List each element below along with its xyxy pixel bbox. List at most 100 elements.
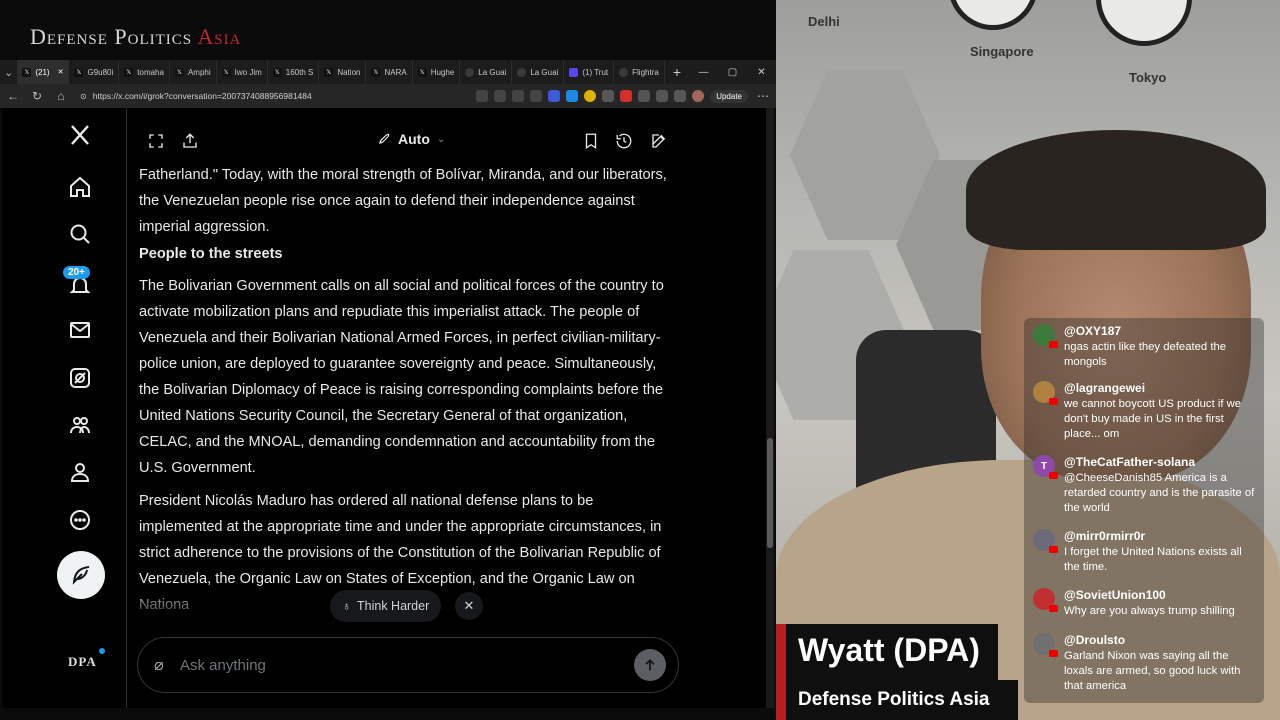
home-nav-icon[interactable] (65, 172, 95, 202)
x-favicon-icon: 𝕏 (272, 67, 282, 77)
home-icon[interactable]: ⌂ (52, 89, 70, 103)
explore-search-icon[interactable] (65, 219, 95, 249)
zoom-icon[interactable] (494, 90, 507, 102)
browser-tab[interactable]: 𝕏 Iwo Jim (217, 60, 268, 84)
expand-icon[interactable] (145, 130, 167, 152)
chat-avatar: T (1033, 455, 1058, 479)
compose-post-button[interactable] (57, 551, 105, 599)
screen-capture: Defense Politics Asia ⌄ 𝕏 (21) ✕ 𝕏 G9u80i 𝕏to… (0, 0, 776, 720)
tab-label: (1) Trut (582, 67, 609, 77)
tab-label: NARA (384, 67, 407, 77)
messages-envelope-icon[interactable] (65, 315, 95, 345)
grok-conversation: Auto ⌄ Fatherland." Today, with the mora… (126, 108, 767, 708)
x-logo-icon[interactable] (65, 120, 95, 150)
site-info-icon[interactable]: ⊙ (80, 92, 87, 101)
chat-avatar (1033, 633, 1058, 657)
x-favicon-icon: 𝕏 (221, 67, 231, 77)
close-window-icon[interactable]: ✕ (747, 67, 776, 78)
response-paragraph: The Bolivarian Government calls on all s… (139, 278, 664, 476)
back-icon[interactable]: ← (4, 89, 22, 103)
x-nav-rail: 20+ DPA (2, 108, 124, 708)
feather-icon (72, 566, 90, 585)
update-button[interactable]: Update (710, 89, 748, 103)
browser-tab[interactable]: 𝕏tomaha (119, 60, 170, 84)
new-tab-icon[interactable]: + (665, 64, 689, 80)
grok-toolbar: Auto ⌄ (127, 122, 767, 158)
account-logo[interactable]: DPA (68, 648, 105, 670)
browser-tab[interactable]: (1) Trut (564, 60, 615, 84)
profile-icon[interactable] (65, 457, 95, 487)
clock-label-singapore: Singapore (970, 44, 1034, 59)
extensions-row: Update ⋯ (476, 89, 772, 103)
favorite-star-icon[interactable] (530, 90, 543, 102)
url-field[interactable]: ⊙ https://x.com/i/grok?conversation=20073… (76, 87, 416, 105)
shield-extension-icon[interactable] (548, 90, 561, 102)
more-menu-icon[interactable]: ⋯ (754, 89, 772, 103)
mode-selector[interactable]: Auto ⌄ (377, 131, 445, 147)
chat-text: @CheeseDanish85 America is a retarded co… (1064, 472, 1255, 514)
browser-tab[interactable]: 𝕏 Amphi (170, 60, 217, 84)
history-icon[interactable] (613, 130, 635, 152)
browser-tab[interactable]: 𝕏 Nation (319, 60, 367, 84)
avatar-initial: T (1040, 460, 1048, 472)
browser-tab[interactable]: 𝕏 160th S (268, 60, 320, 84)
close-tab-icon[interactable]: ✕ (58, 68, 64, 76)
tab-label: Hughe (430, 67, 455, 77)
share-upload-icon[interactable] (179, 130, 201, 152)
send-button[interactable] (634, 649, 666, 681)
new-chat-edit-icon[interactable] (648, 130, 670, 152)
browser-tab[interactable]: La Guai (460, 60, 513, 84)
scrollbar-thumb[interactable] (767, 438, 773, 548)
download-extension-icon[interactable] (656, 90, 669, 102)
youtube-icon (1049, 398, 1058, 405)
browser-tab[interactable]: Flightra (614, 60, 665, 84)
attach-paperclip-icon[interactable]: ⌀ (138, 655, 180, 675)
maximize-icon[interactable]: ▢ (718, 67, 747, 78)
browser-tab[interactable]: 𝕏 (21) ✕ (17, 60, 70, 84)
chat-username: @TheCatFather-solana (1064, 455, 1196, 469)
red-extension-icon[interactable] (620, 90, 633, 102)
reader-icon[interactable] (476, 90, 489, 102)
communities-icon[interactable] (65, 410, 95, 440)
page-scrollbar[interactable] (766, 108, 774, 708)
chat-username: @mirr0rmirr0r (1064, 529, 1146, 543)
live-chat-overlay: @OXY187 ngas actin like they defeated the… (1024, 318, 1264, 703)
think-harder-button[interactable]: ♁ Think Harder (330, 590, 442, 622)
close-icon[interactable]: ✕ (455, 592, 483, 620)
address-bar-row: ← ↻ ⌂ ⊙ https://x.com/i/grok?conversation… (0, 84, 776, 108)
x-grok-app: 20+ DPA Auto ⌄ Fatherland." Today, with … (2, 108, 767, 708)
brand-accent: Asia (197, 24, 242, 49)
history-extension-icon[interactable] (638, 90, 651, 102)
yellow-extension-icon[interactable] (584, 90, 597, 102)
more-options-icon[interactable] (65, 505, 95, 535)
x-favicon-icon: 𝕏 (417, 67, 427, 77)
webcam-feed: Delhi Singapore Tokyo @OXY187 ngas actin … (776, 0, 1280, 720)
collections-extension-icon[interactable] (674, 90, 687, 102)
chat-text: I forget the United Nations exists all t… (1064, 546, 1242, 573)
tab-label: Amphi (187, 67, 211, 77)
browser-tab[interactable]: 𝕏 NARA (366, 60, 413, 84)
chat-avatar (1033, 324, 1058, 348)
delhi-clock (948, 0, 1038, 30)
profile-avatar[interactable] (692, 90, 705, 102)
chat-username: @lagrangewei (1064, 381, 1146, 395)
bookmark-icon[interactable] (580, 130, 602, 152)
puzzle-extension-icon[interactable] (602, 90, 615, 102)
tab-label: G9u80i (87, 67, 114, 77)
grok-response: Fatherland." Today, with the moral stren… (139, 162, 679, 625)
reload-icon[interactable]: ↻ (28, 89, 46, 103)
minimize-icon[interactable]: — (689, 67, 718, 78)
grok-nav-icon[interactable] (65, 363, 95, 393)
composer: ⌀ (137, 637, 679, 693)
chat-username: @Droulsto (1064, 633, 1126, 647)
list-extension-icon[interactable] (566, 90, 579, 102)
tab-label: Iwo Jim (234, 67, 262, 77)
tab-label: 160th S (285, 67, 314, 77)
browser-tab[interactable]: 𝕏 Hughe (413, 60, 461, 84)
window-controls: — ▢ ✕ (689, 67, 776, 78)
tab-list-chevron-icon[interactable]: ⌄ (0, 60, 17, 84)
browser-tab[interactable]: 𝕏 G9u80i (69, 60, 120, 84)
translate-icon[interactable] (512, 90, 525, 102)
ask-input[interactable] (180, 656, 634, 674)
browser-tab[interactable]: La Guai (512, 60, 565, 84)
